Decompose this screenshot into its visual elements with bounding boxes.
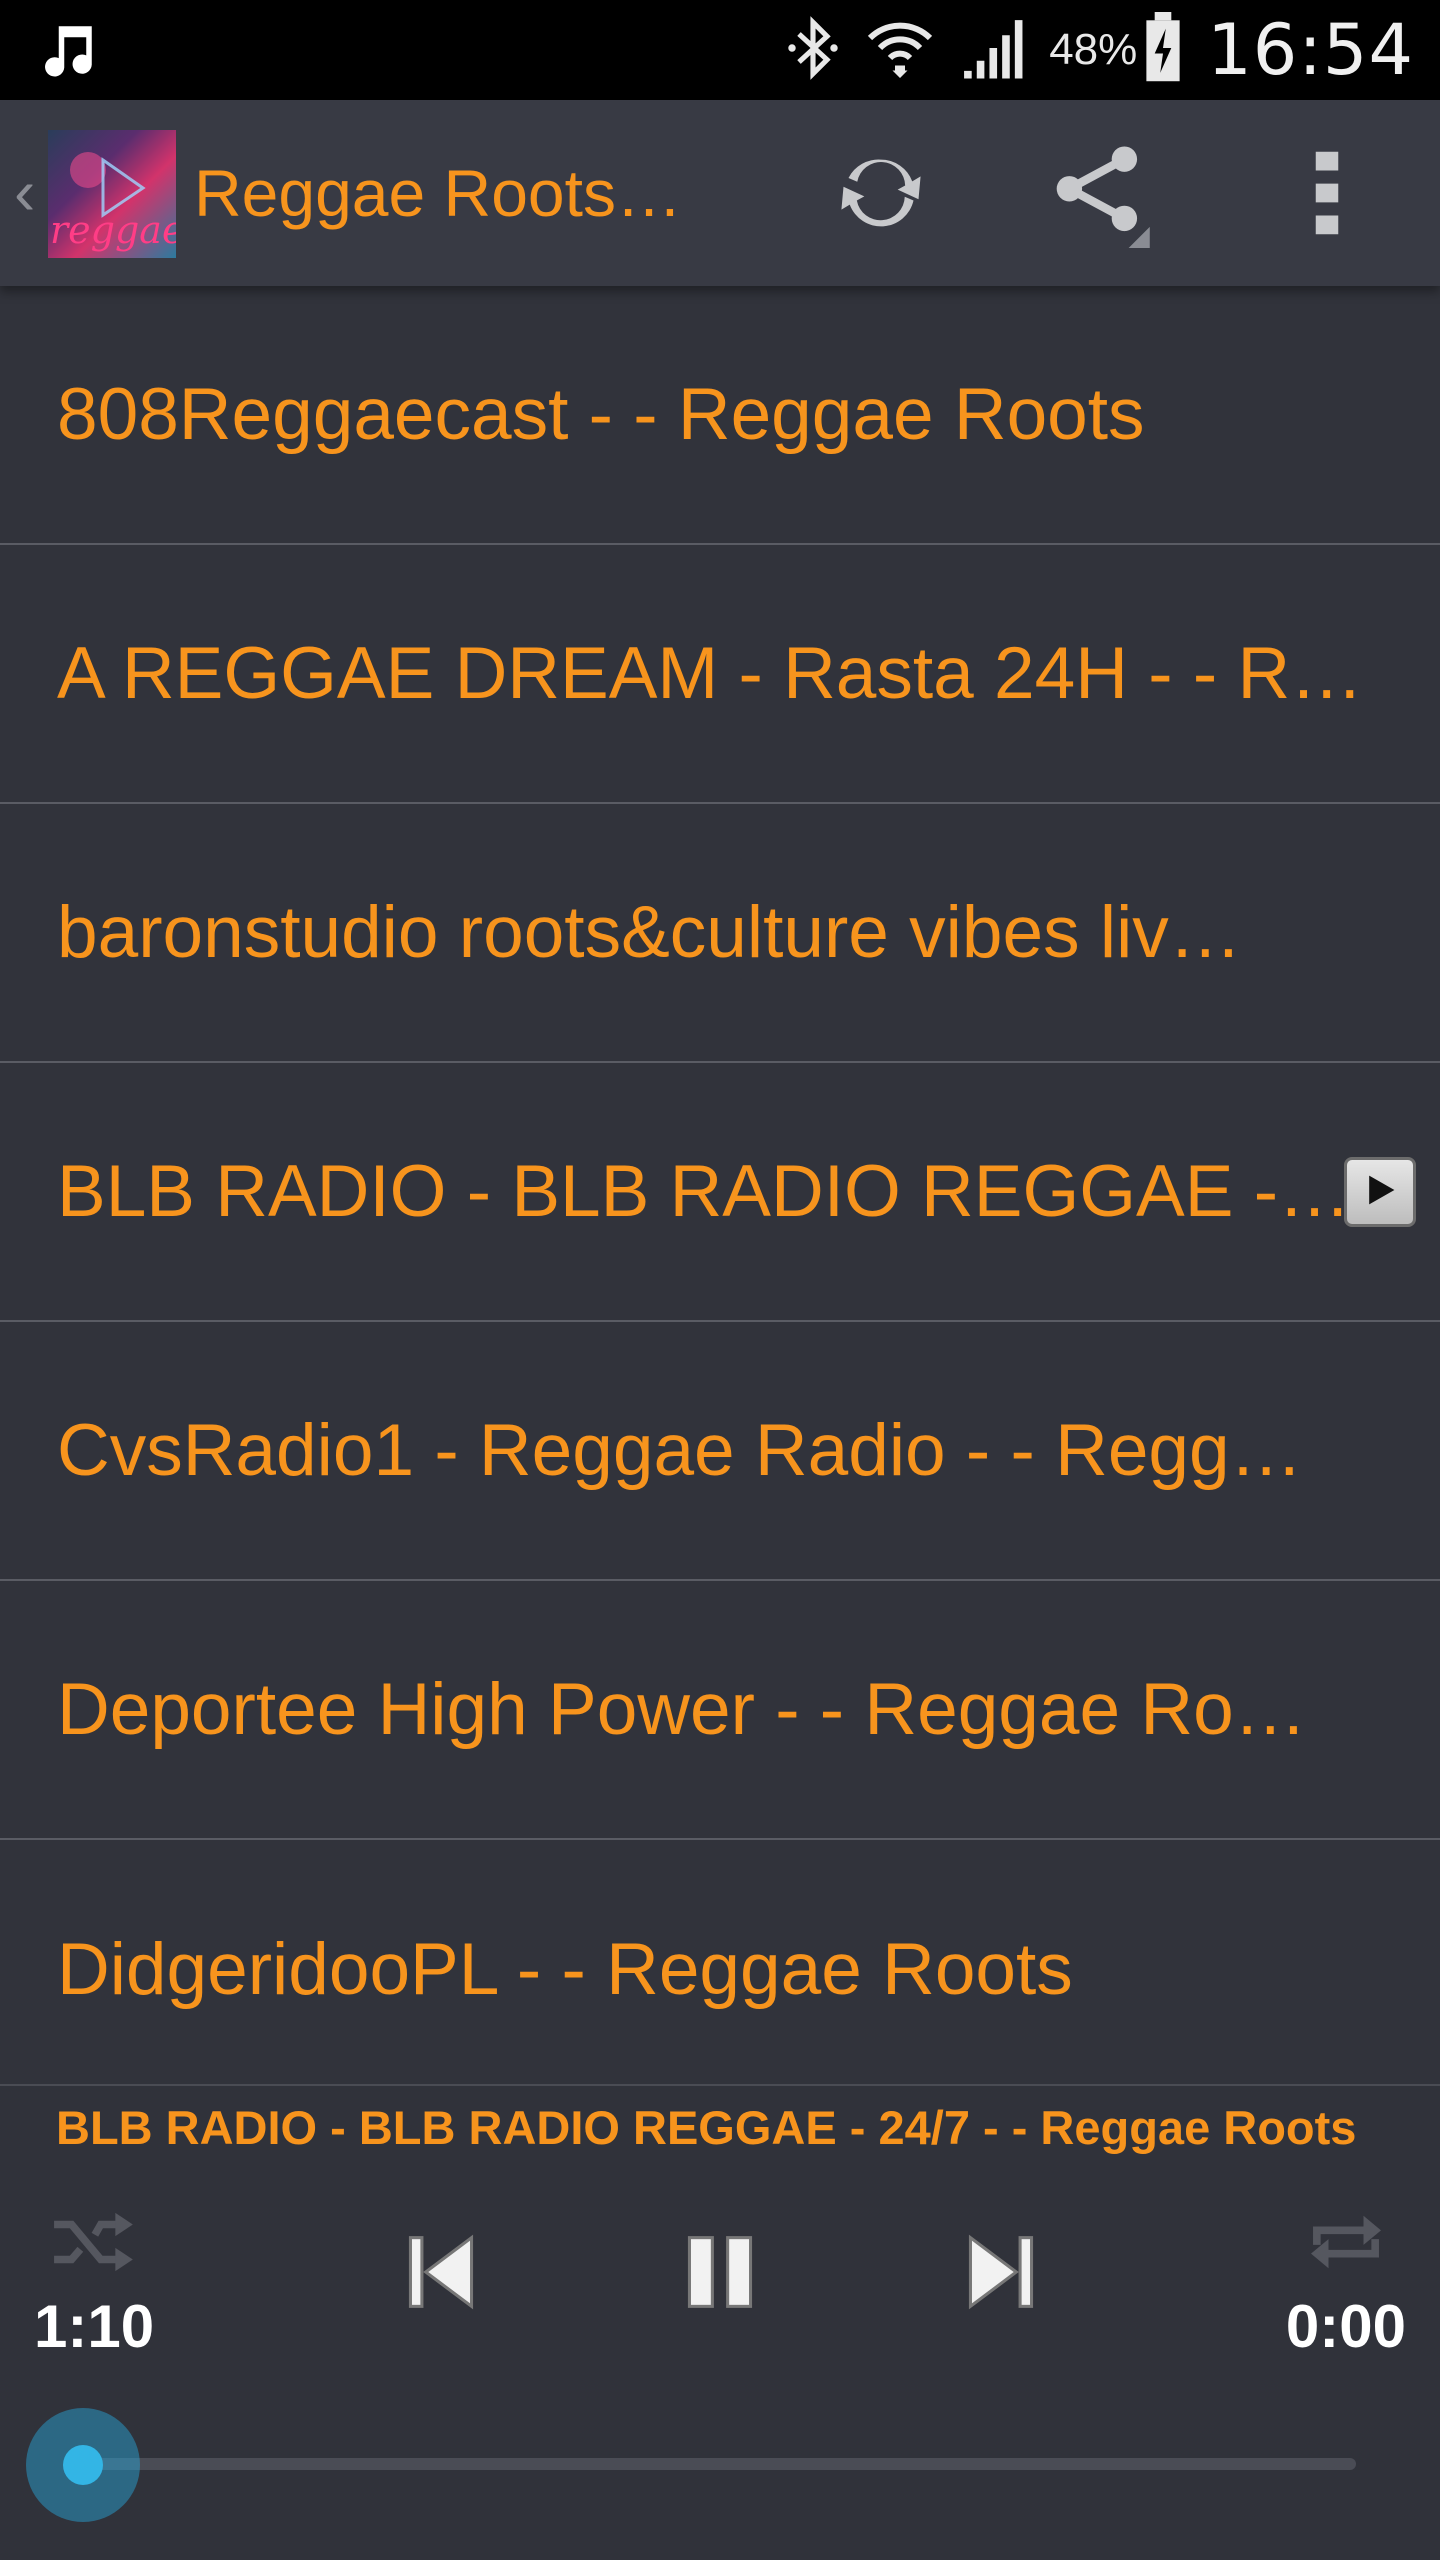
- player-panel: BLB RADIO - BLB RADIO REGGAE - 24/7 - - …: [0, 2084, 1440, 2560]
- station-name: CvsRadio1 - Reggae Radio - - Regg…: [57, 1410, 1303, 1491]
- station-name: A REGGAE DREAM - Rasta 24H - - R…: [57, 633, 1364, 714]
- station-row[interactable]: 808Reggaecast - - Reggae Roots: [0, 286, 1440, 545]
- seek-bar[interactable]: [84, 2458, 1356, 2470]
- station-list[interactable]: 808Reggaecast - - Reggae Roots A REGGAE …: [0, 286, 1440, 2084]
- logo-text: reggae: [50, 208, 176, 252]
- battery-percent: 48%: [1049, 25, 1138, 74]
- pause-icon: [678, 2230, 762, 2319]
- share-button[interactable]: [1044, 140, 1154, 250]
- overflow-menu-button[interactable]: [1272, 140, 1382, 250]
- app-title: Reggae Roots…: [194, 156, 682, 230]
- bluetooth-icon: [785, 15, 841, 86]
- refresh-button[interactable]: [826, 140, 936, 250]
- status-clock: 16:54: [1207, 9, 1414, 91]
- elapsed-time: 1:10: [34, 2293, 155, 2360]
- repeat-button[interactable]: [1298, 2204, 1394, 2284]
- share-icon: [1044, 138, 1154, 253]
- station-name: BLB RADIO - BLB RADIO REGGAE -…: [57, 1151, 1352, 1232]
- station-row[interactable]: baronstudio roots&culture vibes liv…: [0, 804, 1440, 1063]
- signal-icon: [959, 15, 1025, 86]
- now-playing-indicator: [1344, 1157, 1416, 1227]
- wifi-icon: [865, 15, 935, 86]
- station-row[interactable]: BLB RADIO - BLB RADIO REGGAE -…: [0, 1063, 1440, 1322]
- station-name: baronstudio roots&culture vibes liv…: [57, 892, 1242, 973]
- station-name: DidgeridooPL - - Reggae Roots: [57, 1929, 1073, 2010]
- duration-time: 0:00: [1285, 2293, 1406, 2360]
- station-row[interactable]: A REGGAE DREAM - Rasta 24H - - R…: [0, 545, 1440, 804]
- shuffle-button[interactable]: [44, 2204, 140, 2284]
- previous-icon: [401, 2230, 481, 2319]
- app-logo[interactable]: reggae: [48, 130, 176, 258]
- action-bar: ‹ reggae Reggae Roots…: [0, 100, 1440, 286]
- station-row[interactable]: CvsRadio1 - Reggae Radio - - Regg…: [0, 1322, 1440, 1581]
- repeat-icon: [1303, 2207, 1389, 2282]
- battery-charging-icon: [1143, 11, 1183, 89]
- next-button[interactable]: [956, 2224, 1046, 2324]
- shuffle-icon: [47, 2207, 137, 2282]
- pause-button[interactable]: [672, 2224, 768, 2324]
- seek-thumb[interactable]: [63, 2445, 103, 2485]
- now-playing-title: BLB RADIO - BLB RADIO REGGAE - 24/7 - - …: [56, 2101, 1357, 2154]
- previous-button[interactable]: [396, 2224, 486, 2324]
- station-name: 808Reggaecast - - Reggae Roots: [57, 374, 1145, 455]
- play-icon: [1362, 1172, 1398, 1213]
- status-bar: 48% 16:54: [0, 0, 1440, 100]
- overflow-menu-icon: [1312, 148, 1342, 243]
- music-note-icon: [34, 18, 100, 89]
- next-icon: [961, 2230, 1041, 2319]
- refresh-icon: [831, 143, 931, 248]
- station-name: Deportee High Power - - Reggae Ro…: [57, 1669, 1307, 1750]
- station-row[interactable]: Deportee High Power - - Reggae Ro…: [0, 1581, 1440, 1840]
- chevron-left-icon[interactable]: ‹: [14, 160, 35, 224]
- station-row[interactable]: DidgeridooPL - - Reggae Roots: [0, 1840, 1440, 2084]
